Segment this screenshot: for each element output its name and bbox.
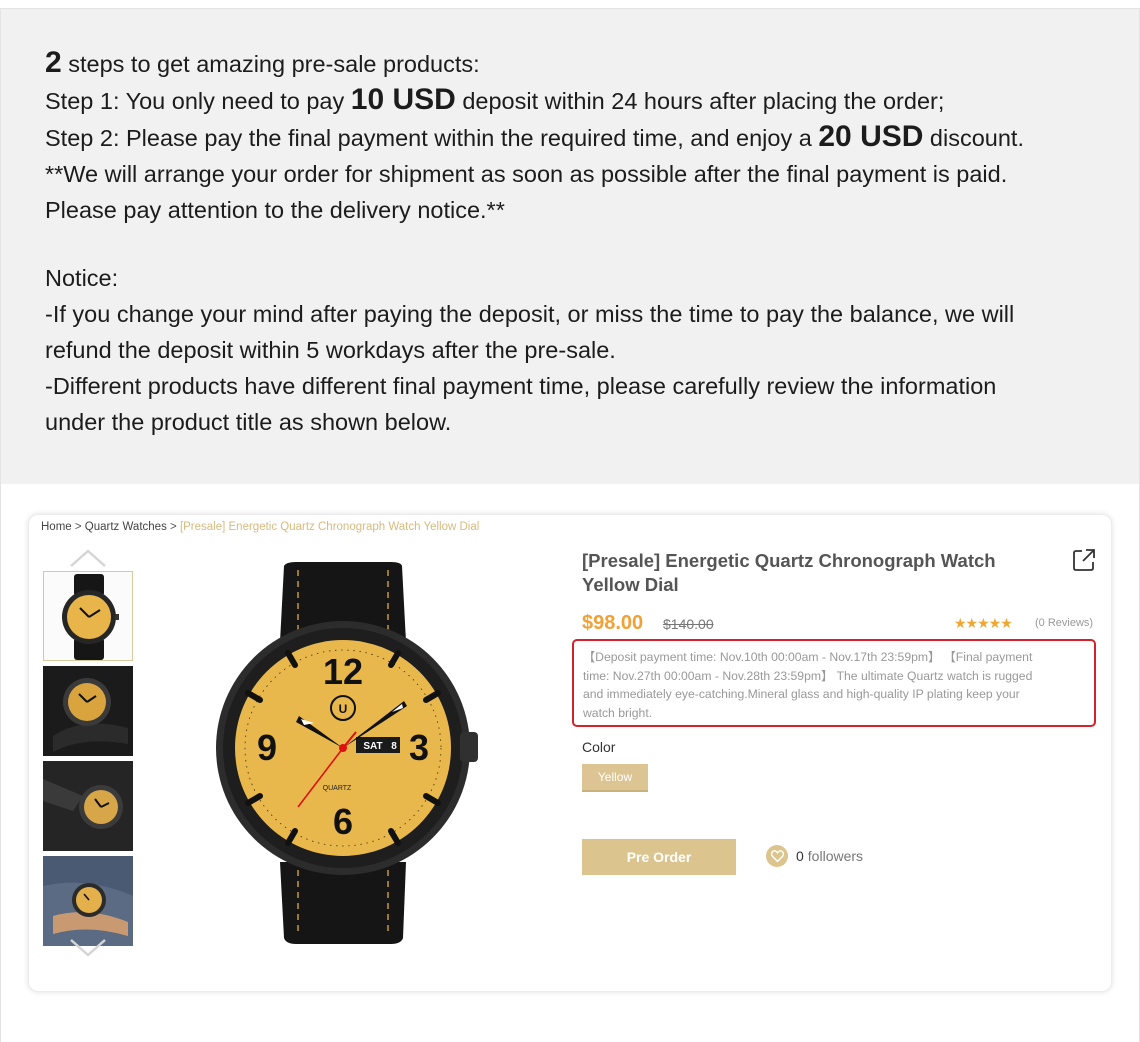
breadcrumb: Home > Quartz Watches > [Presale] Energe…: [41, 521, 479, 533]
sale-price: $98.00: [582, 612, 644, 634]
breadcrumb-current: [Presale] Energetic Quartz Chronograph W…: [179, 521, 480, 533]
breadcrumb-category-link[interactable]: Quartz Watches: [85, 521, 167, 533]
intro-line-step1: Step 1: You only need to pay 10 USD depo…: [45, 82, 1115, 119]
step1-text-end: deposit within 24 hours after placing th…: [455, 88, 945, 114]
original-price: $140.00: [663, 616, 714, 632]
date-display: 8: [391, 741, 397, 752]
product-title: [Presale] Energetic Quartz Chronograph W…: [582, 549, 1052, 597]
step2-text: Step 2: Please pay the final payment wit…: [45, 125, 819, 151]
presale-instructions-panel: 2 steps to get amazing pre-sale products…: [1, 9, 1139, 484]
numeral-6: 6: [333, 801, 353, 842]
breadcrumb-home-link[interactable]: Home: [41, 521, 72, 533]
product-title-line1: [Presale] Energetic Quartz Chronograph W…: [582, 550, 996, 571]
followers-label: followers: [807, 848, 864, 864]
rating-stars-icon: ★★★★★: [954, 615, 1013, 631]
discount-amount: 20 USD: [818, 120, 924, 153]
numeral-12: 12: [323, 651, 363, 692]
intro-line-step2: Step 2: Please pay the final payment wit…: [45, 119, 1115, 156]
presale-instructions-text: 2 steps to get amazing pre-sale products…: [45, 45, 1115, 440]
breadcrumb-separator: >: [166, 521, 180, 533]
deposit-amount: 10 USD: [350, 83, 456, 116]
product-title-line2: Yellow Dial: [582, 574, 679, 595]
follow-button[interactable]: 0 followers: [766, 845, 863, 867]
watch-thumbnail-image: [62, 574, 119, 660]
product-thumbnail-2[interactable]: [43, 666, 133, 756]
steps-count: 2: [45, 46, 62, 79]
notice-line-2: time: Nov.27th 00:00am - Nov.28th 23:59p…: [583, 668, 1033, 683]
watch-lifestyle-image: [43, 761, 133, 851]
steps-heading: steps to get amazing pre-sale products:: [61, 51, 480, 77]
notice-payment-line1: -Different products have different final…: [45, 373, 997, 399]
step2-text-end: discount.: [923, 125, 1024, 151]
notice-heading: Notice:: [45, 265, 119, 291]
day-display: SAT: [363, 741, 382, 752]
notice-line-1: 【Deposit payment time: Nov.10th 00:00am …: [583, 650, 1033, 664]
numeral-9: 9: [257, 727, 277, 768]
intro-spacer: [45, 228, 1115, 260]
intro-line-steps: 2 steps to get amazing pre-sale products…: [45, 45, 1115, 82]
reviews-link[interactable]: (0 Reviews): [1035, 617, 1093, 629]
followers-count: 0: [796, 848, 804, 864]
notice-line-4: watch bright.: [583, 705, 653, 720]
dial-brand-text: QUARTZ: [323, 785, 352, 792]
pre-order-button[interactable]: Pre Order: [582, 839, 736, 875]
numeral-3: 3: [409, 727, 429, 768]
watch-side-view-image: [43, 666, 133, 756]
product-main-image[interactable]: 12 3 6 9 U SAT 8 QUARTZ: [206, 562, 496, 944]
intro-line-delivery: Please pay attention to the delivery not…: [45, 197, 505, 223]
svg-text:U: U: [339, 702, 348, 716]
chevron-up-icon[interactable]: [69, 548, 107, 568]
presale-notice-box: 【Deposit payment time: Nov.10th 00:00am …: [572, 639, 1096, 727]
notice-refund-line1: -If you change your mind after paying th…: [45, 301, 1015, 327]
notice-line-3: and immediately eye-catching.Mineral gla…: [583, 687, 1020, 701]
watch-on-wrist-image: [43, 856, 133, 946]
product-thumbnail-1[interactable]: [43, 571, 133, 661]
breadcrumb-separator: >: [71, 521, 85, 533]
intro-line-shipment: **We will arrange your order for shipmen…: [45, 161, 1008, 187]
color-option-yellow[interactable]: Yellow: [582, 764, 648, 792]
heart-icon[interactable]: [766, 845, 788, 867]
share-external-icon[interactable]: [1072, 548, 1096, 572]
notice-payment-line2: under the product title as shown below.: [45, 409, 452, 435]
product-thumbnail-3[interactable]: [43, 761, 133, 851]
watch-crown: [460, 732, 478, 762]
chevron-down-icon[interactable]: [69, 938, 107, 958]
notice-refund-line2: refund the deposit within 5 workdays aft…: [45, 337, 616, 363]
step1-text: Step 1: You only need to pay: [45, 88, 351, 114]
product-thumbnail-4[interactable]: [43, 856, 133, 946]
color-label: Color: [582, 739, 616, 755]
